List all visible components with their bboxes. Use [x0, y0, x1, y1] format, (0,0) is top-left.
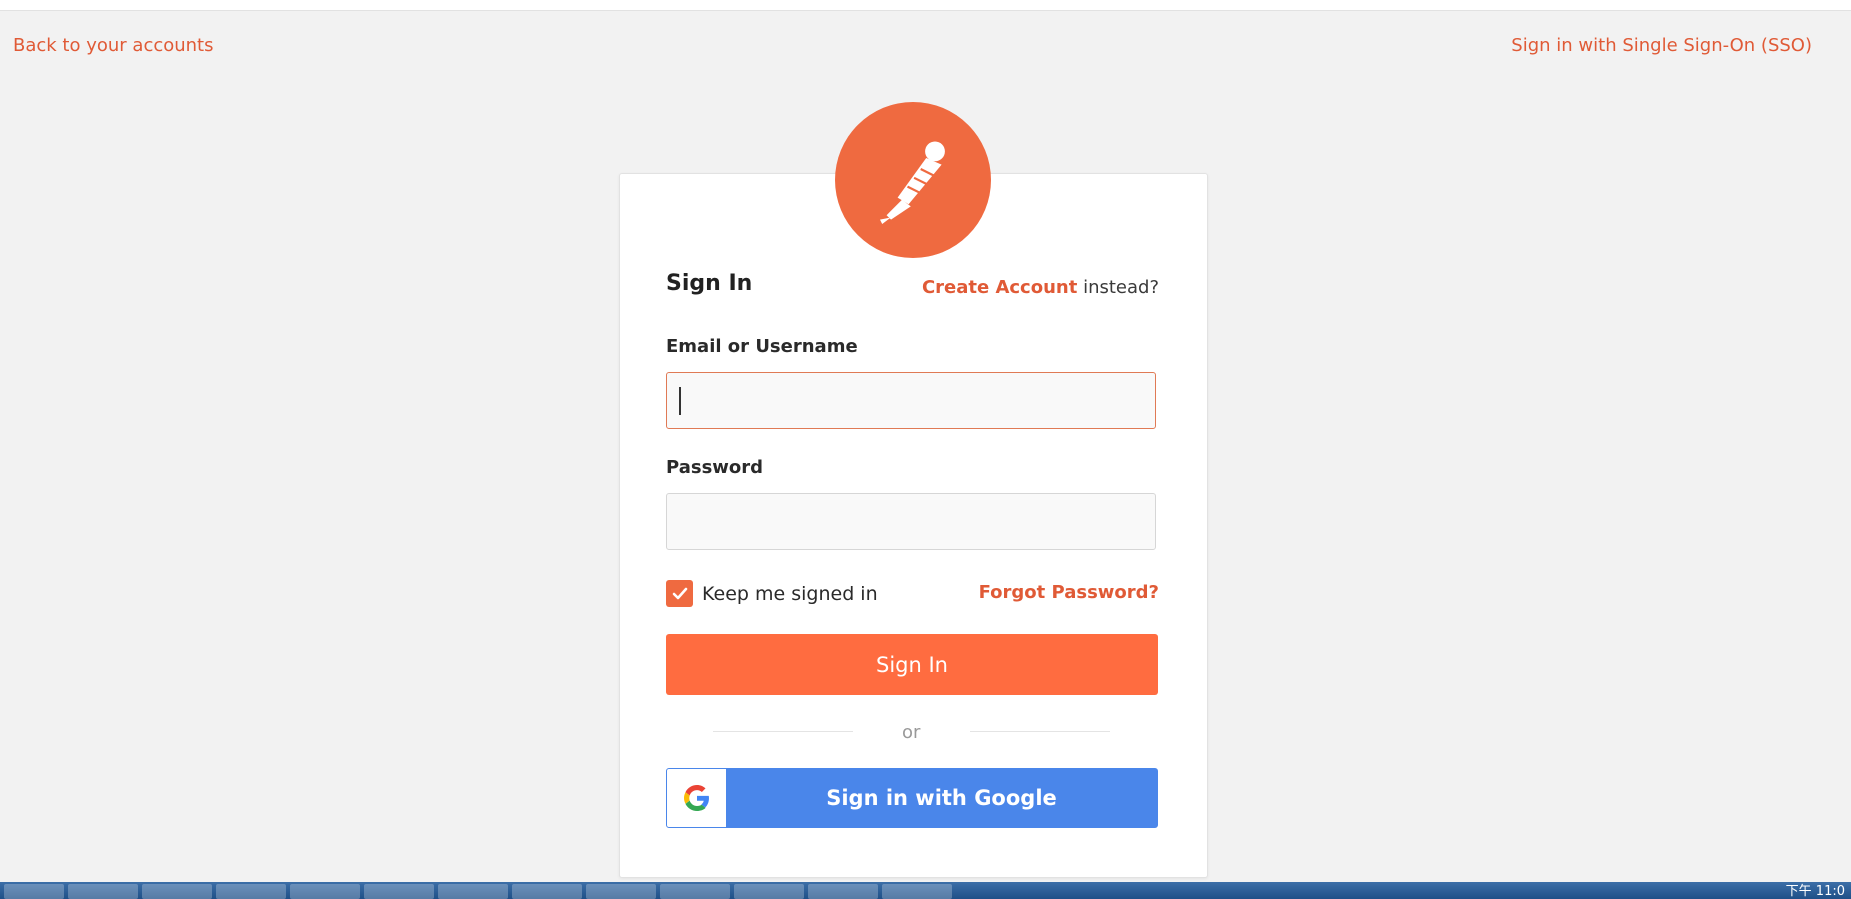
taskbar-item[interactable] [290, 884, 360, 899]
google-sign-in-label: Sign in with Google [826, 786, 1057, 810]
divider-or-text: or [902, 722, 921, 743]
taskbar-item[interactable] [216, 884, 286, 899]
taskbar-item[interactable] [660, 884, 730, 899]
taskbar-item[interactable] [512, 884, 582, 899]
keep-signed-in-label: Keep me signed in [702, 582, 878, 605]
forgot-password-link[interactable]: Forgot Password? [979, 582, 1159, 603]
taskbar-item[interactable] [4, 884, 64, 899]
taskbar-item[interactable] [734, 884, 804, 899]
windows-taskbar: 下午 11:0 [0, 882, 1851, 899]
email-label: Email or Username [666, 336, 858, 357]
create-account-link[interactable]: Create Account [922, 277, 1077, 298]
google-sign-in-button[interactable]: Sign in with Google [666, 768, 1158, 828]
divider-left [713, 731, 853, 732]
taskbar-item[interactable] [438, 884, 508, 899]
divider-right [970, 731, 1110, 732]
keep-signed-in-row: Keep me signed in [666, 580, 878, 607]
sign-in-button[interactable]: Sign In [666, 634, 1158, 695]
taskbar-item[interactable] [364, 884, 434, 899]
sign-in-heading: Sign In [666, 271, 753, 296]
password-label: Password [666, 457, 764, 478]
taskbar-item[interactable] [68, 884, 138, 899]
create-account-row: Create Account instead? [922, 277, 1159, 298]
keep-signed-in-checkbox[interactable] [666, 580, 693, 607]
check-icon [672, 587, 687, 599]
email-input[interactable] [666, 372, 1156, 429]
create-account-suffix: instead? [1083, 277, 1159, 298]
back-to-accounts-link[interactable]: Back to your accounts [13, 35, 214, 56]
password-input[interactable] [666, 493, 1156, 550]
taskbar-item[interactable] [808, 884, 878, 899]
sso-sign-in-link[interactable]: Sign in with Single Sign-On (SSO) [1511, 35, 1812, 56]
postman-logo-icon [835, 102, 991, 258]
browser-top-strip [0, 0, 1851, 11]
taskbar-item[interactable] [882, 884, 952, 899]
google-icon [667, 769, 726, 827]
taskbar-item[interactable] [142, 884, 212, 899]
taskbar-clock: 下午 11:0 [1785, 884, 1845, 899]
taskbar-item[interactable] [586, 884, 656, 899]
text-caret [679, 387, 681, 415]
